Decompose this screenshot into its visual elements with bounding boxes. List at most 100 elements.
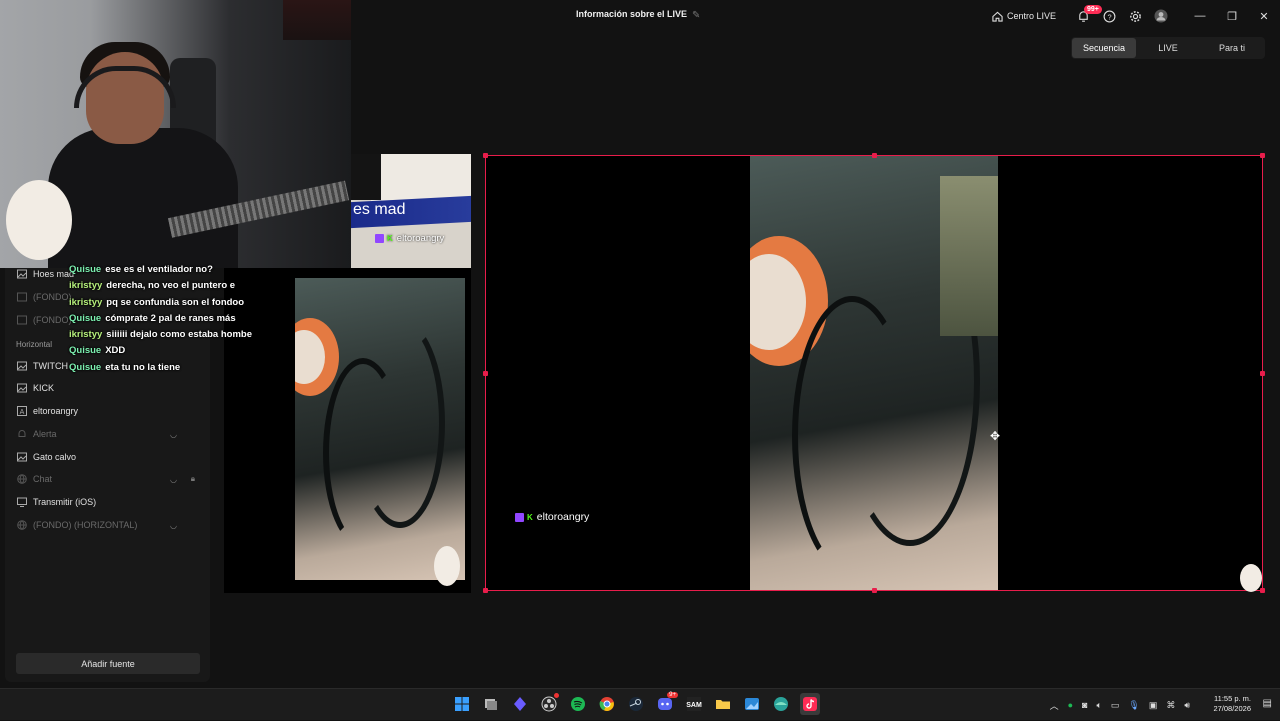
notifications-button[interactable]: 99+	[1070, 3, 1102, 29]
image-icon	[17, 452, 27, 462]
sam-icon[interactable]: SAM	[684, 693, 704, 715]
section-horizontal: Horizontal	[16, 340, 53, 349]
image-icon	[17, 361, 27, 371]
tab-para-ti[interactable]: Para ti	[1200, 38, 1264, 58]
chrome-icon[interactable]	[597, 693, 617, 715]
source-label: Hoes mad	[33, 269, 75, 279]
chat-overlay: Quisue ese es el ventilador no? ikristyy d…	[69, 262, 252, 376]
obs-icon[interactable]	[539, 693, 559, 715]
chat-text: ese es el ventilador no?	[105, 264, 213, 275]
resize-handle[interactable]	[483, 153, 488, 158]
clock-time: 11:55 p. m.	[1214, 694, 1251, 703]
window-title: Información sobre el LIVE	[576, 9, 688, 19]
file-explorer-icon[interactable]	[713, 693, 733, 715]
resize-handle[interactable]	[1260, 153, 1265, 158]
chevron-up-icon[interactable]: ︿	[1050, 699, 1059, 712]
source-label: TWITCH	[33, 361, 68, 371]
banner-text: es mad	[353, 201, 406, 218]
hidden-icon[interactable]: ◡	[170, 521, 177, 530]
help-icon: ?	[1103, 10, 1115, 22]
minimize-button[interactable]: —	[1184, 0, 1216, 32]
discord-badge: 9+	[667, 692, 678, 698]
source-label: KICK	[33, 383, 55, 393]
source-item-kick[interactable]: KICK	[17, 378, 197, 398]
hidden-icon[interactable]: ◡	[170, 430, 177, 439]
view-tabs: Secuencia LIVE Para ti	[1071, 37, 1265, 59]
source-item-eltoroangry[interactable]: A eltoroangry	[17, 401, 197, 421]
tab-secuencia[interactable]: Secuencia	[1072, 38, 1136, 58]
chat-user: Quisue	[69, 361, 102, 373]
chat-user: Quisue	[69, 264, 102, 275]
resize-handle[interactable]	[872, 153, 877, 158]
bell-icon	[17, 429, 27, 439]
discord-icon[interactable]: 9+	[655, 692, 678, 715]
tiktok-live-icon[interactable]	[800, 693, 820, 715]
chat-message: ikristyy siiiiii dejalo como estaba hombe	[69, 327, 252, 343]
chat-message: Quisue cómprate 2 pal de ranes más	[69, 311, 252, 327]
resize-handle[interactable]	[483, 371, 488, 376]
clock-date: 27/08/2026	[1213, 704, 1251, 713]
chat-message: ikristyy derecha, no veo el puntero e	[69, 278, 252, 294]
globe-icon	[17, 474, 27, 484]
hidden-icon[interactable]: ◡	[170, 475, 177, 484]
centro-live-button[interactable]: Centro LIVE	[992, 11, 1056, 22]
volume-icon[interactable]: 🔈︎	[1096, 700, 1101, 711]
svg-text:A: A	[20, 409, 25, 416]
home-icon	[992, 11, 1003, 22]
cat-sticker	[434, 546, 460, 586]
source-item-transmitir-ios[interactable]: Transmitir (iOS)	[17, 492, 197, 512]
source-item-alerta[interactable]: Alerta ◡	[17, 424, 197, 444]
source-label: (FONDO)	[33, 315, 72, 325]
spotify-tray-icon[interactable]: ●	[1068, 700, 1073, 710]
gear-icon	[1129, 10, 1141, 22]
windows-start-icon[interactable]	[452, 693, 472, 715]
restore-button[interactable]: ❐	[1216, 0, 1248, 32]
close-icon: ✕	[1259, 10, 1269, 23]
pc-camera-feed-main	[750, 156, 998, 590]
usb-icon[interactable]: ▭	[1111, 700, 1120, 711]
microphone-icon[interactable]: 🎙︎	[1128, 700, 1139, 711]
chat-text: siiiiii dejalo como estaba hombe	[106, 329, 252, 341]
chat-text: cómprate 2 pal de ranes más	[105, 312, 236, 324]
app-icon[interactable]	[510, 693, 530, 715]
globe-icon	[17, 520, 27, 530]
source-label: eltoroangry	[33, 406, 79, 416]
display-icon[interactable]: ▣	[1149, 700, 1158, 711]
add-source-button[interactable]: Añadir fuente	[16, 653, 200, 674]
photos-icon[interactable]	[742, 693, 762, 715]
network-icon[interactable]: ⌘	[1166, 700, 1175, 711]
cat-sticker	[1240, 564, 1262, 592]
chat-message: ikristyy pq se confundia son el fondoo	[69, 295, 252, 311]
source-item-fondo-horizontal[interactable]: (FONDO) (HORIZONTAL) ◡	[17, 515, 197, 535]
lock-icon[interactable]: 🔒︎	[191, 474, 195, 484]
resize-handle[interactable]	[1260, 371, 1265, 376]
main-preview[interactable]	[483, 153, 1265, 593]
tab-live[interactable]: LIVE	[1136, 38, 1200, 58]
avatar-icon	[1154, 9, 1168, 23]
monitor-icon	[17, 497, 27, 507]
source-label: Alerta	[33, 429, 57, 439]
source-label: (FONDO) (HORIZONTAL)	[33, 520, 138, 530]
close-button[interactable]: ✕	[1248, 0, 1280, 32]
notification-center-icon[interactable]: ▤	[1263, 698, 1272, 709]
resize-handle[interactable]	[483, 588, 488, 593]
speaker-icon[interactable]: 🔊︎	[1184, 700, 1190, 711]
profile-button[interactable]	[1148, 3, 1174, 29]
source-item-gato-calvo[interactable]: Gato calvo	[17, 447, 197, 467]
steam-icon[interactable]	[626, 693, 646, 715]
system-clock[interactable]: 11:55 p. m. 27/08/2026	[1213, 694, 1251, 714]
cat-sticker	[6, 180, 72, 260]
spotify-icon[interactable]	[568, 693, 588, 715]
help-button[interactable]: ?	[1096, 3, 1122, 29]
resize-handle[interactable]	[1260, 588, 1265, 593]
source-item-chat[interactable]: Chat ◡ 🔒︎	[17, 469, 197, 489]
minimize-icon: —	[1194, 10, 1206, 22]
settings-button[interactable]	[1122, 3, 1148, 29]
edit-icon[interactable]: ✎	[692, 10, 700, 21]
task-view-icon[interactable]	[481, 693, 501, 715]
image-icon	[17, 315, 27, 325]
browser-icon[interactable]	[771, 693, 791, 715]
resize-handle[interactable]	[872, 588, 877, 593]
discord-tray-icon[interactable]: ◙	[1082, 700, 1087, 710]
chat-user: Quisue	[69, 312, 102, 324]
